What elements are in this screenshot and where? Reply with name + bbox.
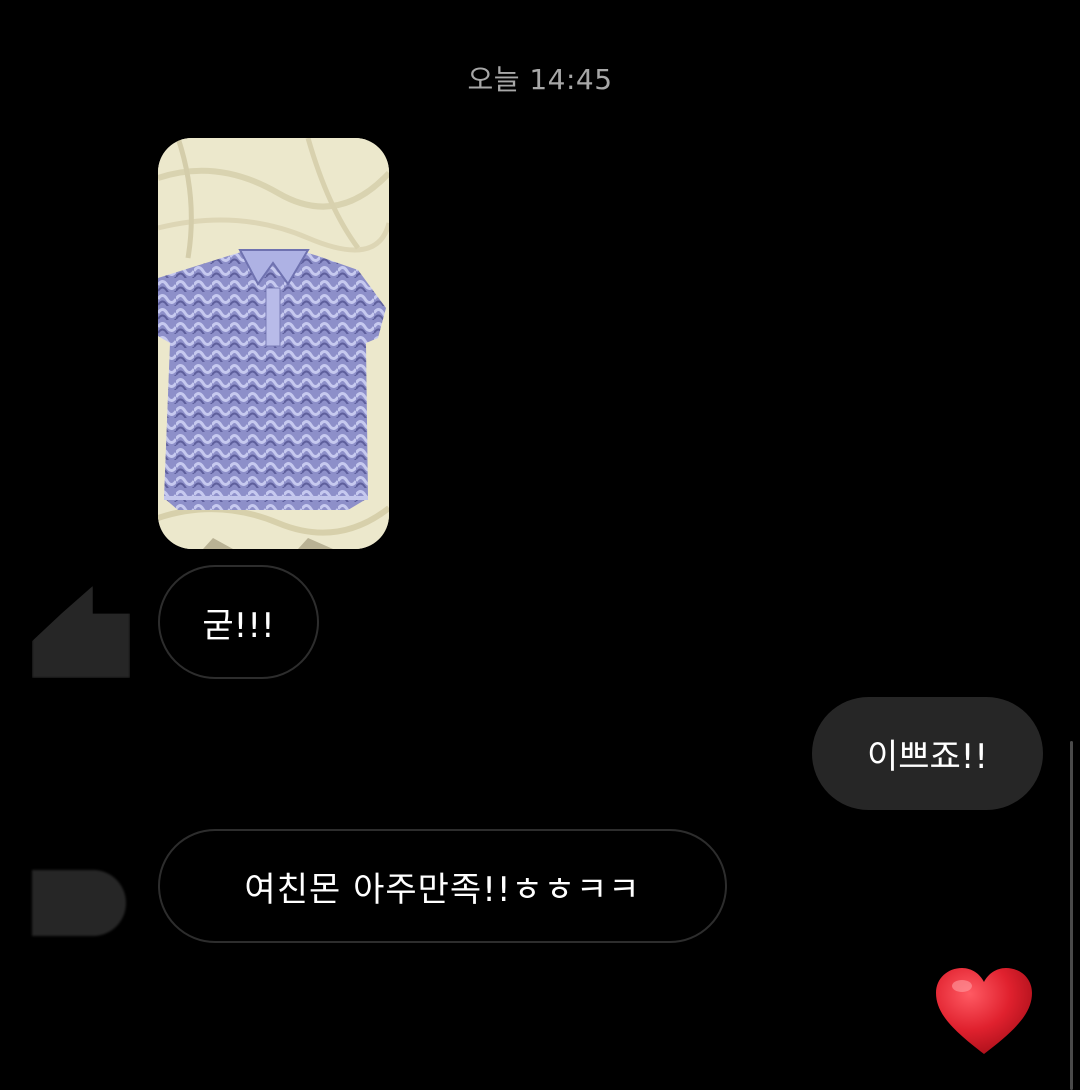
incoming-message-bubble[interactable]: 굳!!! xyxy=(158,565,319,679)
heart-icon[interactable] xyxy=(934,966,1034,1058)
incoming-message-bubble[interactable]: 여친몬 아주만족!!ㅎㅎㅋㅋ xyxy=(158,829,727,943)
sender-avatar[interactable] xyxy=(32,586,130,678)
purple-knit-shirt-photo xyxy=(158,138,389,549)
image-message[interactable] xyxy=(158,138,389,549)
outgoing-message-bubble[interactable]: 이쁘죠!! xyxy=(812,697,1043,810)
message-timestamp: 오늘 14:45 xyxy=(467,63,613,96)
scrollbar[interactable] xyxy=(1070,741,1073,1090)
sender-avatar[interactable] xyxy=(32,870,126,936)
